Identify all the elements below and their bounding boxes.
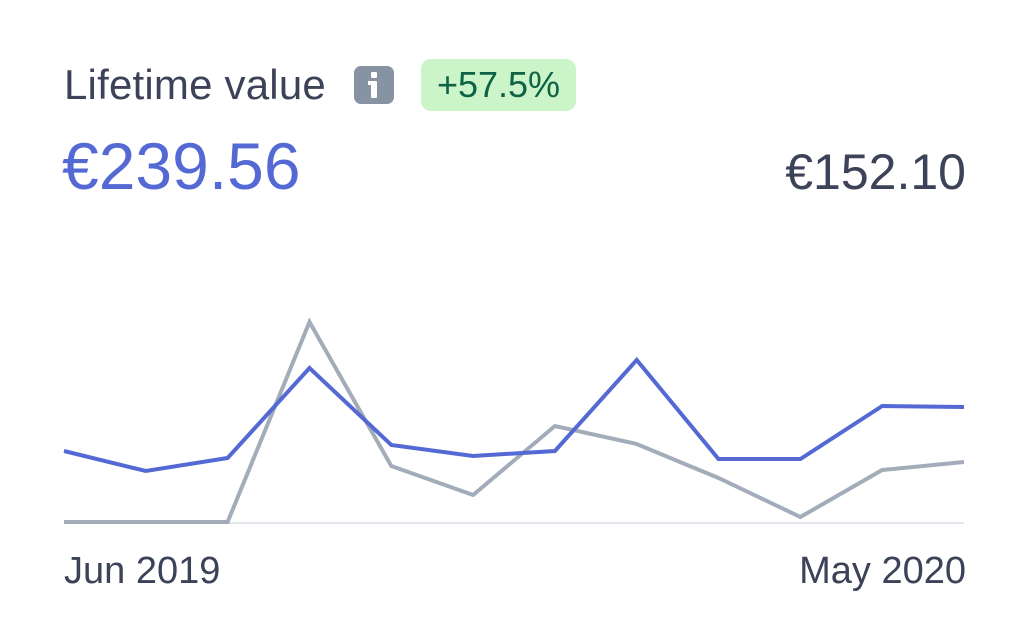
previous-series-line [64,317,965,524]
current-series-line [63,356,965,474]
line-chart [63,317,965,524]
x-axis-end-label: May 2020 [799,550,966,592]
x-axis-start-label: Jun 2019 [64,550,221,592]
